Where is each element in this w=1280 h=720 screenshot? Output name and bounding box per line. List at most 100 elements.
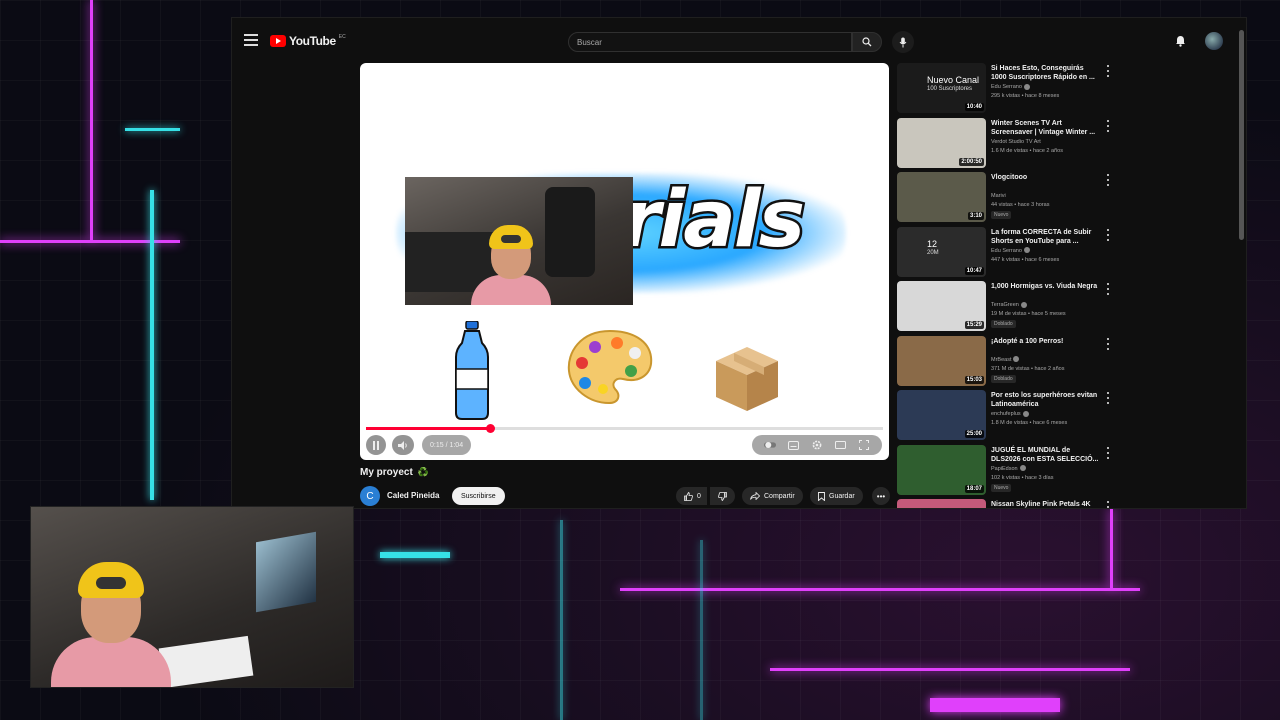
settings-gear-icon[interactable]	[811, 439, 823, 451]
video-duration: 15:29	[964, 321, 984, 329]
video-thumbnail[interactable]: 15:29	[897, 281, 986, 331]
recommendation-title[interactable]: ¡Adopté a 100 Perros!	[991, 337, 1099, 346]
verified-icon	[1023, 247, 1030, 254]
fullscreen-icon[interactable]	[858, 439, 870, 451]
recommendation-item[interactable]: Nissan Skyline Pink Petals 4K	[897, 499, 1237, 508]
country-code: EC	[338, 34, 346, 40]
save-label: Guardar	[829, 492, 855, 500]
video-overlay-text: rials	[619, 173, 807, 268]
more-horizontal-icon: •••	[876, 491, 886, 501]
recommendation-title[interactable]: Vlogcitooo	[991, 173, 1099, 182]
recommendation-meta: 295 k vistas • hace 8 meses	[991, 93, 1060, 99]
neon-line	[700, 540, 703, 720]
neon-bar	[930, 698, 1060, 712]
progress-fill	[366, 427, 491, 430]
more-options-icon[interactable]	[1105, 337, 1111, 350]
autoplay-toggle[interactable]	[763, 439, 776, 451]
thumbnail-subtext: 20M	[927, 249, 939, 256]
share-button[interactable]: Compartir	[742, 487, 803, 505]
recommendation-title[interactable]: JUGUÉ EL MUNDIAL de DLS2026 con ESTA SEL…	[991, 446, 1099, 464]
channel-label: Marivi	[991, 193, 1006, 199]
menu-icon[interactable]	[244, 34, 258, 46]
recommendation-channel[interactable]: TerraGreen	[991, 301, 1027, 309]
more-options-icon[interactable]	[1105, 446, 1111, 459]
channel-label: PapiEdson	[991, 465, 1018, 472]
masthead: YouTube EC Buscar	[232, 18, 1246, 64]
more-options-icon[interactable]	[1105, 283, 1111, 295]
voice-search-button[interactable]	[892, 31, 914, 53]
more-options-icon[interactable]	[1105, 392, 1111, 404]
page-scrollbar[interactable]	[1239, 30, 1244, 240]
recommendation-channel[interactable]: enchufeplus	[991, 410, 1029, 418]
channel-avatar[interactable]: C	[360, 486, 380, 506]
chair	[545, 187, 595, 277]
video-thumbnail[interactable]: 15:03	[897, 335, 986, 386]
bookmark-icon	[818, 491, 825, 501]
channel-label: MrBeast	[991, 356, 1012, 363]
subtitles-icon[interactable]	[787, 439, 799, 451]
video-thumbnail[interactable]: 18:07	[897, 444, 986, 495]
recommendation-item[interactable]: 3:10 Vlogcitooo Marivi 44 vistas • hace …	[897, 172, 1237, 224]
search-button[interactable]	[852, 32, 882, 52]
video-thumbnail[interactable]: 25:00	[897, 390, 986, 440]
more-options-icon[interactable]	[1105, 65, 1111, 77]
youtube-play-icon	[270, 35, 286, 47]
recommendation-item[interactable]: 15:29 1,000 Hormigas vs. Viuda Negra Ter…	[897, 281, 1237, 333]
video-duration: 10:47	[964, 266, 984, 275]
recommendation-item[interactable]: 18:07 JUGUÉ EL MUNDIAL de DLS2026 con ES…	[897, 444, 1237, 497]
account-avatar[interactable]	[1205, 32, 1223, 50]
recommendation-channel[interactable]: Edu Serrano	[991, 247, 1030, 255]
youtube-logo[interactable]: YouTube EC	[270, 34, 346, 48]
monitor	[256, 531, 316, 613]
video-progress-bar[interactable]	[366, 424, 883, 433]
pause-button[interactable]	[366, 435, 386, 455]
recommendation-channel[interactable]: MrBeast	[991, 356, 1020, 364]
video-thumbnail[interactable]: 12 20M 10:47	[897, 226, 986, 277]
recommendation-title[interactable]: Winter Scenes TV Art Screensaver | Vinta…	[991, 119, 1099, 137]
search-input[interactable]: Buscar	[568, 32, 852, 52]
recommendation-title[interactable]: Nissan Skyline Pink Petals 4K	[991, 500, 1099, 508]
recommendation-item[interactable]: 25:00 Por esto los superhéroes evitan La…	[897, 390, 1237, 442]
papers	[158, 635, 254, 687]
recommendation-title[interactable]: Por esto los superhéroes evitan Latinoam…	[991, 391, 1099, 409]
recommendation-channel[interactable]: Edu Serrano	[991, 83, 1030, 91]
video-thumbnail[interactable]: 2:00:50	[897, 117, 986, 168]
video-thumbnail[interactable]: Nuevo Canal 100 Suscriptores 10:40	[897, 63, 986, 113]
like-count: 0	[697, 492, 701, 500]
video-duration: 10:40	[964, 103, 984, 111]
recommendation-meta: 1.8 M de vistas • hace 6 meses	[991, 420, 1068, 426]
more-options-icon[interactable]	[1105, 228, 1111, 241]
embedded-webcam	[405, 177, 633, 305]
neon-line	[560, 520, 563, 720]
recommendation-title[interactable]: 1,000 Hormigas vs. Viuda Negra	[991, 282, 1099, 291]
channel-name[interactable]: Caled Pineida	[387, 491, 439, 500]
more-options-icon[interactable]	[1105, 174, 1111, 186]
scrubber-handle[interactable]	[486, 424, 496, 433]
recommendation-channel[interactable]: PapiEdson	[991, 465, 1026, 473]
more-actions-button[interactable]: •••	[872, 487, 890, 505]
dislike-button[interactable]	[710, 487, 735, 505]
recommendation-title[interactable]: La forma CORRECTA de Subir Shorts en You…	[991, 228, 1099, 246]
recommendation-item[interactable]: 2:00:50 Winter Scenes TV Art Screensaver…	[897, 117, 1237, 170]
video-player[interactable]: rials 0:15 / 1:04	[360, 63, 889, 460]
notifications-icon[interactable]	[1175, 34, 1186, 52]
paint-palette-icon	[567, 329, 653, 405]
recommendation-channel[interactable]: Marivi	[991, 192, 1006, 200]
subscribe-button[interactable]: Suscribirse	[452, 487, 505, 505]
more-options-icon[interactable]	[1105, 119, 1111, 132]
streamer-webcam	[30, 506, 354, 688]
recommendation-item[interactable]: 15:03 ¡Adopté a 100 Perros! MrBeast 371 …	[897, 335, 1237, 388]
recommendation-title[interactable]: Si Haces Esto, Conseguirás 1000 Suscript…	[991, 64, 1099, 82]
recommendation-meta: 1.6 M de vistas • hace 2 años	[991, 147, 1063, 154]
theater-mode-icon[interactable]	[835, 439, 847, 451]
save-button[interactable]: Guardar	[810, 487, 863, 505]
neon-line	[150, 190, 154, 500]
volume-button[interactable]	[392, 435, 414, 455]
video-thumbnail[interactable]	[897, 499, 986, 508]
like-button[interactable]: 0	[676, 487, 707, 505]
recommendation-channel[interactable]: Verdot Studio TV Art	[991, 138, 1041, 146]
video-thumbnail[interactable]: 3:10	[897, 172, 986, 222]
recommendation-item[interactable]: Nuevo Canal 100 Suscriptores 10:40 Si Ha…	[897, 63, 1237, 115]
recommendation-item[interactable]: 12 20M 10:47 La forma CORRECTA de Subir …	[897, 226, 1237, 279]
more-options-icon[interactable]	[1105, 501, 1111, 508]
